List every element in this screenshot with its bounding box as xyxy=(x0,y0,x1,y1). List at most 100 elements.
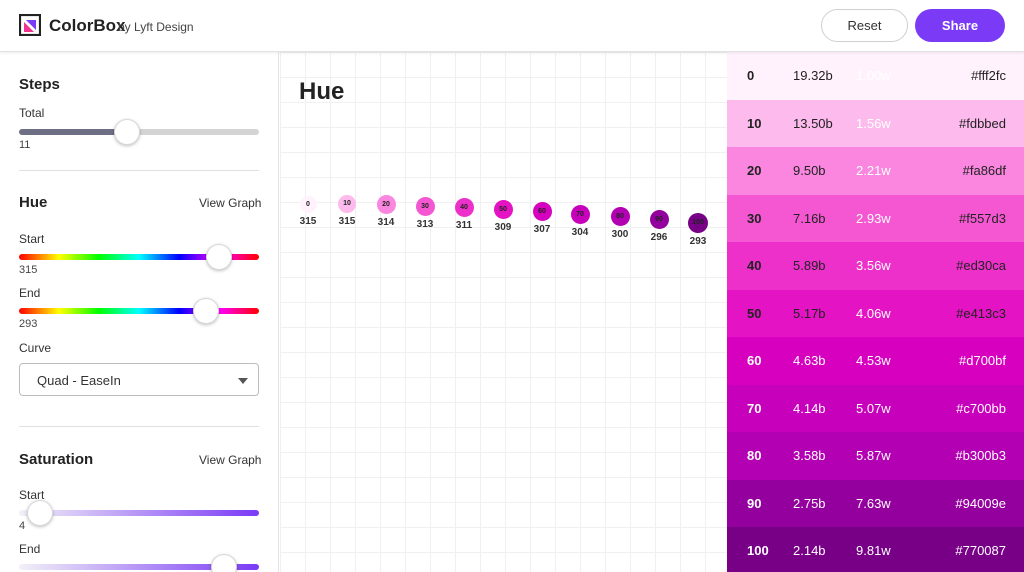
color-swatch-row[interactable]: 20 9.50b 2.21w #fa86df xyxy=(727,147,1024,195)
swatch-black-contrast: 5.17b xyxy=(793,306,826,321)
section-divider xyxy=(19,426,259,427)
swatch-white-contrast: 2.93w xyxy=(856,211,891,226)
hue-point-value: 300 xyxy=(611,228,629,240)
hue-point-step-label: 100 xyxy=(692,219,704,226)
swatch-step: 80 xyxy=(747,448,762,463)
hue-end-label: End xyxy=(19,286,41,300)
swatch-hex-code: #e413c3 xyxy=(956,306,1006,321)
hue-point[interactable]: 20 xyxy=(376,194,396,214)
hue-curve-canvas: Hue 0 315 10 315 20 314 30 313 40 311 50 309 60 307 70… xyxy=(280,52,727,572)
hue-view-graph-link[interactable]: View Graph xyxy=(199,196,261,210)
brand-byline: by Lyft Design xyxy=(118,20,194,34)
color-swatch-row[interactable]: 100 2.14b 9.81w #770087 xyxy=(727,527,1024,572)
hue-end-value: 293 xyxy=(19,318,38,330)
swatch-hex-code: #fff2fc xyxy=(971,68,1006,83)
hue-point-value: 311 xyxy=(455,219,473,231)
hue-point[interactable]: 30 xyxy=(415,196,435,216)
swatch-step: 30 xyxy=(747,211,762,226)
hue-point[interactable]: 100 xyxy=(688,213,708,233)
hue-point[interactable]: 40 xyxy=(454,197,474,217)
hue-point[interactable]: 50 xyxy=(493,199,513,219)
saturation-end-label: End xyxy=(19,542,41,556)
saturation-start-slider-thumb[interactable] xyxy=(27,500,53,526)
hue-point-step-label: 80 xyxy=(616,212,624,220)
color-swatch-row[interactable]: 40 5.89b 3.56w #ed30ca xyxy=(727,242,1024,290)
swatch-black-contrast: 4.63b xyxy=(793,353,826,368)
canvas-title: Hue xyxy=(299,78,345,105)
swatch-white-contrast: 1.00w xyxy=(856,68,891,83)
hue-point-value: 315 xyxy=(299,215,317,227)
hue-start-value: 315 xyxy=(19,264,38,276)
steps-title: Steps xyxy=(19,76,60,93)
swatch-black-contrast: 7.16b xyxy=(793,211,826,226)
steps-total-slider-thumb[interactable] xyxy=(114,119,140,145)
swatch-step: 100 xyxy=(747,543,769,558)
color-swatch-row[interactable]: 90 2.75b 7.63w #94009e xyxy=(727,480,1024,528)
hue-end-slider-thumb[interactable] xyxy=(193,298,219,324)
saturation-start-slider-track[interactable] xyxy=(19,510,259,516)
color-swatch-row[interactable]: 10 13.50b 1.56w #fdbbed xyxy=(727,100,1024,148)
hue-point-step-label: 90 xyxy=(655,215,663,223)
steps-total-label: Total xyxy=(19,106,45,120)
color-swatch-list: 0 19.32b 1.00w #fff2fc 10 13.50b 1.56w #fdbbed 2… xyxy=(727,52,1024,572)
hue-start-slider-thumb[interactable] xyxy=(206,244,232,270)
hue-point-step-label: 40 xyxy=(460,203,468,211)
hue-title: Hue xyxy=(19,194,48,211)
hue-curve-label: Curve xyxy=(19,341,52,355)
hue-point-step-label: 70 xyxy=(576,210,584,218)
hue-point-step-label: 30 xyxy=(421,202,429,210)
section-divider xyxy=(19,170,259,171)
color-swatch-row[interactable]: 60 4.63b 4.53w #d700bf xyxy=(727,337,1024,385)
swatch-white-contrast: 3.56w xyxy=(856,258,891,273)
hue-end-slider-track[interactable] xyxy=(19,308,259,314)
hue-point[interactable]: 60 xyxy=(532,201,552,221)
swatch-step: 0 xyxy=(747,68,755,83)
hue-point-value: 314 xyxy=(377,216,395,228)
swatch-white-contrast: 7.63w xyxy=(856,496,891,511)
hue-curve-selected-value: Quad - EaseIn xyxy=(37,373,121,388)
swatch-black-contrast: 9.50b xyxy=(793,163,826,178)
hue-curve-select[interactable]: Quad - EaseIn xyxy=(19,363,259,396)
color-swatch-row[interactable]: 0 19.32b 1.00w #fff2fc xyxy=(727,52,1024,100)
swatch-hex-code: #fdbbed xyxy=(959,116,1006,131)
swatch-hex-code: #b300b3 xyxy=(955,448,1006,463)
saturation-end-slider-thumb[interactable] xyxy=(211,554,237,572)
hue-point-value: 293 xyxy=(689,236,707,247)
hue-point-step-label: 50 xyxy=(499,205,507,213)
saturation-start-value: 4 xyxy=(19,520,26,532)
reset-button[interactable]: Reset xyxy=(821,9,908,42)
swatch-step: 50 xyxy=(747,306,762,321)
color-swatch-row[interactable]: 30 7.16b 2.93w #f557d3 xyxy=(727,195,1024,243)
saturation-title: Saturation xyxy=(19,451,94,468)
swatch-white-contrast: 5.87w xyxy=(856,448,891,463)
hue-point-value: 304 xyxy=(571,226,589,238)
saturation-view-graph-link[interactable]: View Graph xyxy=(199,453,261,467)
color-swatch-row[interactable]: 80 3.58b 5.87w #b300b3 xyxy=(727,432,1024,480)
hue-point-step-label: 20 xyxy=(382,200,390,208)
share-button[interactable]: Share xyxy=(915,9,1005,42)
swatch-white-contrast: 5.07w xyxy=(856,401,891,416)
app-header: ColorBox by Lyft Design Reset Share xyxy=(0,0,1024,52)
swatch-white-contrast: 4.06w xyxy=(856,306,891,321)
swatch-step: 40 xyxy=(747,258,762,273)
swatch-black-contrast: 19.32b xyxy=(793,68,833,83)
hue-point[interactable]: 90 xyxy=(649,209,669,229)
swatch-white-contrast: 1.56w xyxy=(856,116,891,131)
hue-point[interactable]: 70 xyxy=(570,204,590,224)
color-swatch-row[interactable]: 50 5.17b 4.06w #e413c3 xyxy=(727,290,1024,338)
swatch-black-contrast: 4.14b xyxy=(793,401,826,416)
swatch-black-contrast: 13.50b xyxy=(793,116,833,131)
swatch-hex-code: #c700bb xyxy=(956,401,1006,416)
swatch-hex-code: #fa86df xyxy=(962,163,1006,178)
color-swatch-row[interactable]: 70 4.14b 5.07w #c700bb xyxy=(727,385,1024,433)
swatch-step: 20 xyxy=(747,163,762,178)
hue-point-value: 309 xyxy=(494,221,512,233)
hue-point[interactable]: 0 xyxy=(299,195,317,213)
swatch-step: 90 xyxy=(747,496,762,511)
colorbox-logo-icon xyxy=(19,14,41,36)
settings-sidebar: Steps Total 11 Hue View Graph Start 315 … xyxy=(0,52,279,572)
hue-point[interactable]: 80 xyxy=(610,206,630,226)
hue-point-value: 307 xyxy=(533,223,551,235)
hue-point[interactable]: 10 xyxy=(338,195,356,213)
steps-total-value: 11 xyxy=(19,139,31,151)
